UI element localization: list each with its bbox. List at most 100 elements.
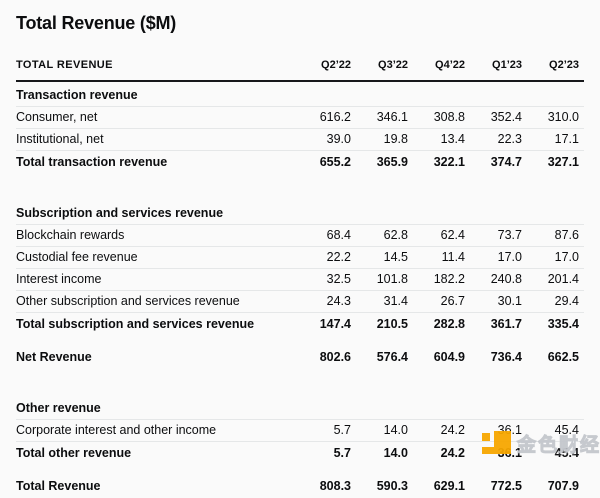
cell-value: 24.2 xyxy=(413,420,470,442)
cell-value: 282.8 xyxy=(413,313,470,337)
cell-value: 24.3 xyxy=(299,291,356,313)
cell-value: 616.2 xyxy=(299,107,356,129)
section-label: Transaction revenue xyxy=(16,81,584,107)
total-row: Total transaction revenue655.2365.9322.1… xyxy=(16,151,584,175)
cell-value: 201.4 xyxy=(527,269,584,291)
row-label: Corporate interest and other income xyxy=(16,420,299,442)
cell-value: 147.4 xyxy=(299,313,356,337)
cell-value: 736.4 xyxy=(470,346,527,369)
spacer-row xyxy=(16,465,584,475)
total-row: Total other revenue5.714.024.236.145.4 xyxy=(16,442,584,466)
cell-value: 361.7 xyxy=(470,313,527,337)
total-row: Total Revenue808.3590.3629.1772.5707.9 xyxy=(16,475,584,498)
cell-value: 327.1 xyxy=(527,151,584,175)
row-label: Total transaction revenue xyxy=(16,151,299,175)
cell-value: 31.4 xyxy=(356,291,413,313)
cell-value: 662.5 xyxy=(527,346,584,369)
row-label: Total subscription and services revenue xyxy=(16,313,299,337)
cell-value: 13.4 xyxy=(413,129,470,151)
spacer-row xyxy=(16,336,584,346)
item-row: Custodial fee revenue22.214.511.417.017.… xyxy=(16,247,584,269)
row-label: Custodial fee revenue xyxy=(16,247,299,269)
total-row: Net Revenue802.6576.4604.9736.4662.5 xyxy=(16,346,584,369)
cell-value: 182.2 xyxy=(413,269,470,291)
cell-value: 14.5 xyxy=(356,247,413,269)
cell-value: 26.7 xyxy=(413,291,470,313)
item-row: Other subscription and services revenue2… xyxy=(16,291,584,313)
header-row: TOTAL REVENUE Q2’22 Q3’22 Q4’22 Q1’23 Q2… xyxy=(16,51,584,81)
spacer-cell xyxy=(16,465,584,475)
column-header-q1-23: Q1’23 xyxy=(470,51,527,81)
section-label: Other revenue xyxy=(16,395,584,420)
cell-value: 87.6 xyxy=(527,225,584,247)
column-header-q3-22: Q3’22 xyxy=(356,51,413,81)
cell-value: 45.4 xyxy=(527,420,584,442)
cell-value: 24.2 xyxy=(413,442,470,466)
cell-value: 346.1 xyxy=(356,107,413,129)
cell-value: 629.1 xyxy=(413,475,470,498)
cell-value: 655.2 xyxy=(299,151,356,175)
cell-value: 11.4 xyxy=(413,247,470,269)
cell-value: 68.4 xyxy=(299,225,356,247)
cell-value: 62.8 xyxy=(356,225,413,247)
table-header: TOTAL REVENUE Q2’22 Q3’22 Q4’22 Q1’23 Q2… xyxy=(16,51,584,81)
row-label: Total other revenue xyxy=(16,442,299,466)
cell-value: 240.8 xyxy=(470,269,527,291)
page: Total Revenue ($M) TOTAL REVENUE Q2’22 Q… xyxy=(0,0,600,498)
cell-value: 101.8 xyxy=(356,269,413,291)
revenue-table: TOTAL REVENUE Q2’22 Q3’22 Q4’22 Q1’23 Q2… xyxy=(16,51,584,498)
section-row: Other revenue xyxy=(16,395,584,420)
cell-value: 39.0 xyxy=(299,129,356,151)
cell-value: 802.6 xyxy=(299,346,356,369)
spacer-row xyxy=(16,174,584,200)
item-row: Blockchain rewards68.462.862.473.787.6 xyxy=(16,225,584,247)
row-label: Net Revenue xyxy=(16,346,299,369)
item-row: Consumer, net616.2346.1308.8352.4310.0 xyxy=(16,107,584,129)
row-label: Institutional, net xyxy=(16,129,299,151)
item-row: Corporate interest and other income5.714… xyxy=(16,420,584,442)
cell-value: 352.4 xyxy=(470,107,527,129)
cell-value: 365.9 xyxy=(356,151,413,175)
total-row: Total subscription and services revenue1… xyxy=(16,313,584,337)
cell-value: 604.9 xyxy=(413,346,470,369)
row-label: Total Revenue xyxy=(16,475,299,498)
cell-value: 45.4 xyxy=(527,442,584,466)
cell-value: 707.9 xyxy=(527,475,584,498)
section-row: Subscription and services revenue xyxy=(16,200,584,225)
cell-value: 772.5 xyxy=(470,475,527,498)
spacer-cell xyxy=(16,174,584,200)
item-row: Interest income32.5101.8182.2240.8201.4 xyxy=(16,269,584,291)
cell-value: 32.5 xyxy=(299,269,356,291)
cell-value: 22.3 xyxy=(470,129,527,151)
column-header-q2-23: Q2’23 xyxy=(527,51,584,81)
column-header-q4-22: Q4’22 xyxy=(413,51,470,81)
cell-value: 590.3 xyxy=(356,475,413,498)
cell-value: 36.1 xyxy=(470,442,527,466)
cell-value: 17.0 xyxy=(470,247,527,269)
column-header-q2-22: Q2’22 xyxy=(299,51,356,81)
cell-value: 62.4 xyxy=(413,225,470,247)
cell-value: 22.2 xyxy=(299,247,356,269)
section-label: Subscription and services revenue xyxy=(16,200,584,225)
row-label: Consumer, net xyxy=(16,107,299,129)
spacer-cell xyxy=(16,369,584,395)
cell-value: 322.1 xyxy=(413,151,470,175)
cell-value: 308.8 xyxy=(413,107,470,129)
row-label: Other subscription and services revenue xyxy=(16,291,299,313)
cell-value: 310.0 xyxy=(527,107,584,129)
cell-value: 808.3 xyxy=(299,475,356,498)
cell-value: 14.0 xyxy=(356,442,413,466)
cell-value: 29.4 xyxy=(527,291,584,313)
row-label: Blockchain rewards xyxy=(16,225,299,247)
page-title: Total Revenue ($M) xyxy=(16,13,584,34)
cell-value: 19.8 xyxy=(356,129,413,151)
cell-value: 17.0 xyxy=(527,247,584,269)
spacer-cell xyxy=(16,336,584,346)
section-row: Transaction revenue xyxy=(16,81,584,107)
cell-value: 335.4 xyxy=(527,313,584,337)
cell-value: 5.7 xyxy=(299,420,356,442)
table-body: Transaction revenueConsumer, net616.2346… xyxy=(16,81,584,498)
cell-value: 210.5 xyxy=(356,313,413,337)
row-label: Interest income xyxy=(16,269,299,291)
cell-value: 576.4 xyxy=(356,346,413,369)
